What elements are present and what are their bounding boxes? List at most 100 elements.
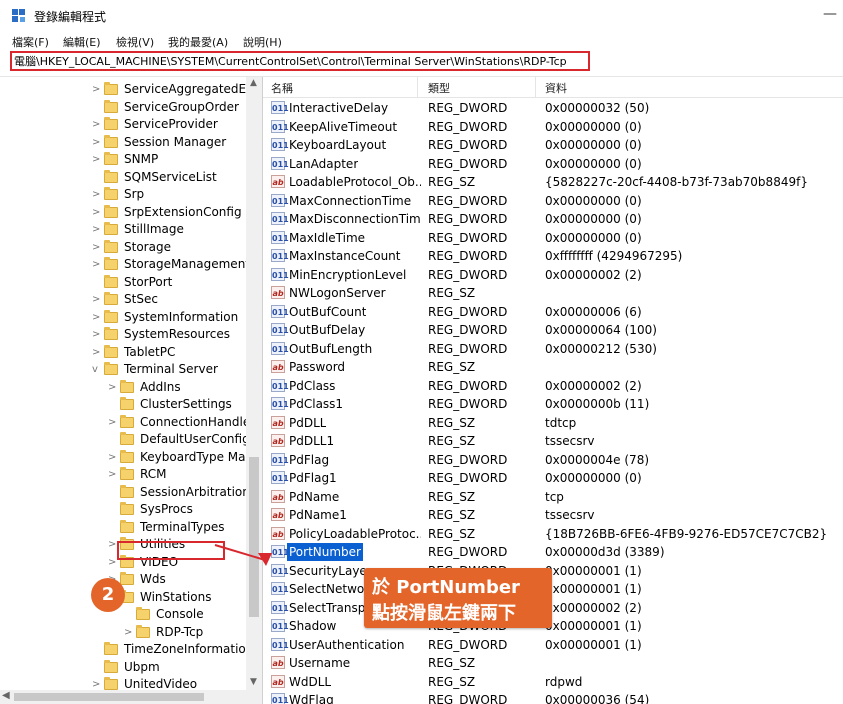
value-row[interactable]: 011 PdFlag REG_DWORD 0x0000004e (78)	[263, 451, 843, 469]
tree-item[interactable]: > SystemResources	[0, 326, 246, 343]
expand-chevron-icon[interactable]: >	[108, 414, 116, 431]
tree-item[interactable]: > SrpExtensionConfig	[0, 204, 246, 221]
scroll-up-icon[interactable]: ▲	[250, 78, 257, 88]
menu-view[interactable]: 檢視(V)	[116, 34, 154, 50]
value-row[interactable]: 011ShadowREG_DWORD0x00000001 (1)	[263, 617, 843, 635]
tree-item[interactable]: > ConnectionHandle	[0, 414, 250, 431]
tree-item[interactable]: > Session Manager	[0, 134, 246, 151]
expand-chevron-icon[interactable]: >	[92, 291, 100, 308]
tree-item[interactable]: Console	[0, 606, 246, 623]
tree-item[interactable]: > SystemInformation	[0, 309, 246, 326]
scroll-left-icon[interactable]: ◀	[2, 690, 10, 701]
value-row[interactable]: 011 PdClass REG_DWORD 0x00000002 (2)	[263, 377, 843, 395]
expand-chevron-icon[interactable]: >	[92, 81, 100, 98]
value-row[interactable]: 011 KeyboardLayout REG_DWORD 0x00000000 (0)	[263, 136, 843, 154]
tree-item[interactable]: > ServiceProvider	[0, 116, 246, 133]
expand-chevron-icon[interactable]: >	[124, 624, 132, 641]
expand-chevron-icon[interactable]: >	[108, 379, 116, 396]
value-row[interactable]: 011 MaxInstanceCount REG_DWORD 0xffffffff (…	[263, 247, 843, 265]
expand-chevron-icon[interactable]: >	[108, 554, 116, 571]
value-row[interactable]: 011 MaxConnectionTime REG_DWORD 0x00000000 …	[263, 192, 843, 210]
address-bar[interactable]: 電腦\HKEY_LOCAL_MACHINE\SYSTEM\CurrentCont…	[10, 51, 590, 71]
expand-chevron-icon[interactable]: >	[92, 186, 100, 203]
menu-file[interactable]: 檔案(F)	[12, 34, 49, 50]
expand-chevron-icon[interactable]: >	[92, 221, 100, 238]
tree-item[interactable]: > ServiceAggregatedEv	[0, 81, 253, 98]
expand-chevron-icon[interactable]: >	[92, 204, 100, 221]
menu-help[interactable]: 說明(H)	[243, 34, 282, 50]
tree-horizontal-scrollbar[interactable]: ◀	[0, 690, 262, 704]
tree-item[interactable]: >Wds	[0, 571, 246, 588]
value-row[interactable]: ab LoadableProtocol_Ob... REG_SZ {5828227c-…	[263, 173, 843, 191]
tree-item[interactable]: v Terminal Server	[0, 361, 246, 378]
tree-item[interactable]: Ubpm	[0, 659, 246, 676]
column-separator[interactable]	[535, 77, 536, 97]
column-data[interactable]: 資料	[545, 80, 567, 96]
scroll-thumb[interactable]	[249, 457, 259, 617]
value-row[interactable]: 011 UserAuthentication REG_DWORD 0x00000001…	[263, 636, 843, 654]
tree-item[interactable]: SQMServiceList	[0, 169, 246, 186]
value-row[interactable]: 011 PdClass1 REG_DWORD 0x0000000b (11)	[263, 395, 843, 413]
expand-chevron-icon[interactable]: >	[108, 449, 116, 466]
value-row[interactable]: 011 OutBufDelay REG_DWORD 0x00000064 (100)	[263, 321, 843, 339]
expand-chevron-icon[interactable]: >	[108, 536, 116, 553]
tree-item[interactable]: > KeyboardType Ma	[0, 449, 246, 466]
expand-chevron-icon[interactable]: >	[92, 344, 100, 361]
expand-chevron-icon[interactable]: >	[92, 151, 100, 168]
tree-item[interactable]: StorPort	[0, 274, 246, 291]
value-row[interactable]: ab PolicyLoadableProtoc... REG_SZ {18B726BB…	[263, 525, 843, 543]
value-row[interactable]: 011 MinEncryptionLevel REG_DWORD 0x00000002…	[263, 266, 843, 284]
value-row[interactable]: ab NWLogonServer REG_SZ	[263, 284, 843, 302]
column-name[interactable]: 名稱	[271, 80, 293, 96]
value-row[interactable]: 011 KeepAliveTimeout REG_DWORD 0x00000000 (…	[263, 118, 843, 136]
menu-edit[interactable]: 編輯(E)	[63, 34, 101, 50]
tree-item[interactable]: > RCM	[0, 466, 246, 483]
tree-item[interactable]: > Srp	[0, 186, 246, 203]
value-row[interactable]: 011SelectTransportREG_DWORD0x00000002 (2…	[263, 599, 843, 617]
value-row[interactable]: 011 PdFlag1 REG_DWORD 0x00000000 (0)	[263, 469, 843, 487]
value-row[interactable]: ab PdName1 REG_SZ tssecsrv	[263, 506, 843, 524]
tree-item[interactable]: > StSec	[0, 291, 246, 308]
column-type[interactable]: 類型	[428, 80, 450, 96]
menu-favorites[interactable]: 我的最愛(A)	[168, 34, 228, 50]
tree-vertical-scrollbar[interactable]: ▲ ▼	[246, 77, 262, 690]
collapse-chevron-icon[interactable]: v	[92, 361, 98, 378]
expand-chevron-icon[interactable]: >	[92, 309, 100, 326]
value-row[interactable]: 011 WdFlag REG_DWORD 0x00000036 (54)	[263, 691, 843, 704]
value-row[interactable]: ab PdName REG_SZ tcp	[263, 488, 843, 506]
expand-chevron-icon[interactable]: >	[92, 239, 100, 256]
tree-item[interactable]: > TabletPC	[0, 344, 246, 361]
value-row[interactable]: ab Username REG_SZ	[263, 654, 843, 672]
tree-item[interactable]: SysProcs	[0, 501, 246, 518]
tree-item[interactable]: > StorageManagement	[0, 256, 250, 273]
value-row[interactable]: 011 MaxIdleTime REG_DWORD 0x00000000 (0)	[263, 229, 843, 247]
minimize-button[interactable]: —	[823, 6, 837, 22]
value-row[interactable]: 011 InteractiveDelay REG_DWORD 0x00000032 (…	[263, 99, 843, 117]
tree-item[interactable]: > Storage	[0, 239, 246, 256]
tree-item[interactable]: SessionArbitration	[0, 484, 250, 501]
value-row[interactable]: 011 OutBufCount REG_DWORD 0x00000006 (6)	[263, 303, 843, 321]
expand-chevron-icon[interactable]: >	[92, 134, 100, 151]
tree-item[interactable]: DefaultUserConfig	[0, 431, 250, 448]
tree-item[interactable]: > RDP-Tcp	[0, 624, 246, 641]
scroll-thumb-horizontal[interactable]	[14, 693, 204, 701]
tree-item[interactable]: > AddIns	[0, 379, 246, 396]
tree-item[interactable]: TerminalTypes	[0, 519, 246, 536]
tree-item[interactable]: ClusterSettings	[0, 396, 246, 413]
value-row[interactable]: 011SecurityLayerREG_DWORD0x00000001 (1)	[263, 562, 843, 580]
value-row[interactable]: ab PdDLL REG_SZ tdtcp	[263, 414, 843, 432]
expand-chevron-icon[interactable]: >	[92, 256, 100, 273]
column-separator[interactable]	[417, 77, 418, 97]
value-row[interactable]: 011 OutBufLength REG_DWORD 0x00000212 (530)	[263, 340, 843, 358]
value-row[interactable]: ab WdDLL REG_SZ rdpwd	[263, 673, 843, 691]
value-row[interactable]: ab Password REG_SZ	[263, 358, 843, 376]
expand-chevron-icon[interactable]: >	[92, 326, 100, 343]
value-row[interactable]: 011 LanAdapter REG_DWORD 0x00000000 (0)	[263, 155, 843, 173]
value-row[interactable]: 011 MaxDisconnectionTime REG_DWORD 0x000000…	[263, 210, 843, 228]
expand-chevron-icon[interactable]: >	[92, 116, 100, 133]
value-row[interactable]: 011SelectNetworkREG_DWORD0x00000001 (1)	[263, 580, 843, 598]
tree-item[interactable]: TimeZoneInformation	[0, 641, 253, 658]
value-row[interactable]: ab PdDLL1 REG_SZ tssecsrv	[263, 432, 843, 450]
value-row[interactable]: 011 PortNumber REG_DWORD 0x00000d3d (3389)	[263, 543, 843, 561]
expand-chevron-icon[interactable]: >	[108, 466, 116, 483]
